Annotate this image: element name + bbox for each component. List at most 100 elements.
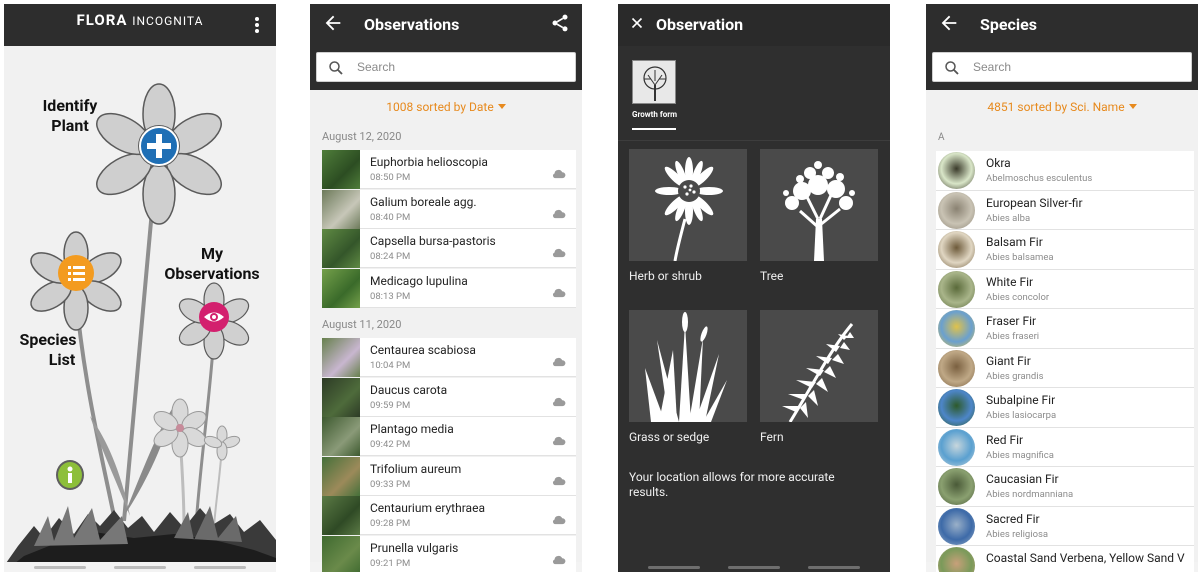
species-scientific-name: Abies nordmanniana [986,489,1074,500]
observation-thumbnail [322,229,360,268]
option-herb-or-shrub[interactable] [629,149,747,262]
species-label-line2: List [48,350,76,369]
observation-name: Euphorbia helioscopia [370,155,488,169]
info-button[interactable] [56,460,84,490]
cloud-synced-icon [552,397,566,406]
search-box[interactable] [932,52,1192,82]
observation-row[interactable]: Trifolium aureum 09:33 PM [322,456,576,496]
date-header: August 12, 2020 [322,130,402,143]
search-input[interactable] [357,53,557,81]
species-scientific-name: Abies fraseri [986,331,1040,342]
species-avatar [938,191,975,229]
search-input[interactable] [973,53,1173,81]
observation-time: 08:40 PM [370,211,411,223]
observation-row[interactable]: Plantago media 09:42 PM [322,417,576,456]
option-label: Tree [760,269,784,283]
sort-text: 4851 sorted by Sci. Name [987,100,1125,114]
search-box[interactable] [316,52,576,82]
sort-selector[interactable]: 1008 sorted by Date [310,100,582,114]
option-fern[interactable] [760,310,878,423]
search-icon [945,61,959,75]
observation-row[interactable]: Galium boreale agg. 08:40 PM [322,189,576,229]
observation-row[interactable]: Euphorbia helioscopia 08:50 PM [322,150,576,189]
tab-growth-form[interactable]: Growth form [632,60,678,130]
overflow-menu-icon[interactable] [254,16,260,34]
observation-time: 09:21 PM [370,557,411,569]
location-note: Your location allows for more accurate r… [629,470,835,499]
species-list-button[interactable] [58,255,94,291]
observation-name: Medicago lupulina [370,273,468,288]
species-label-line1: Species [19,330,77,349]
species-common-name: Sacred Fir [986,511,1040,526]
species-row[interactable]: Subalpine Fir Abies lasiocarpa [936,388,1194,428]
observation-thumbnail [322,377,360,417]
observation-time: 09:59 PM [370,399,411,411]
species-common-name: European Silver-fir [986,195,1083,210]
observation-row[interactable]: Capsella bursa-pastoris 08:24 PM [322,229,576,268]
share-icon[interactable] [550,13,570,33]
close-icon[interactable] [628,14,646,32]
sort-selector[interactable]: 4851 sorted by Sci. Name [926,100,1198,114]
observation-time: 09:28 PM [370,518,411,529]
observation-thumbnail [322,496,360,535]
info-icon [67,466,73,483]
observation-row[interactable]: Prunella vulgaris 09:21 PM [322,535,576,572]
species-row[interactable]: Caucasian Fir Abies nordmanniana [936,467,1194,507]
observation-thumbnail [322,150,360,189]
observations-appbar: Observations [310,4,582,46]
cloud-synced-icon [552,248,566,258]
species-row[interactable]: Sacred Fir Abies religiosa [936,506,1194,546]
species-common-name: Red Fir [986,432,1024,447]
option-grass-or-sedge[interactable] [629,310,747,422]
observation-row[interactable]: Medicago lupulina 08:13 PM [322,268,576,308]
option-tree[interactable] [760,149,878,261]
cloud-synced-icon [552,515,566,525]
cloud-synced-icon [552,209,566,218]
observation-row[interactable]: Centaurea scabiosa 10:04 PM [322,338,576,377]
identify-plant-button[interactable] [139,126,179,166]
tree-thumbnail-icon [632,60,676,104]
species-row[interactable]: Red Fir Abies magnifica [936,427,1194,467]
species-common-name: Okra [986,156,1011,170]
my-observations-label: My Observations [154,244,270,284]
species-row[interactable]: European Silver-fir Abies alba [936,190,1194,230]
section-header: A [938,132,945,143]
observation-time: 08:50 PM [370,172,411,183]
observations-screen: Observations 1008 sorted by Date August … [310,4,582,572]
observation-time: 08:13 PM [370,290,411,302]
back-arrow-icon[interactable] [938,12,960,34]
observation-time: 09:33 PM [370,478,411,490]
list-icon [68,266,85,281]
daisy-icon [655,157,723,262]
option-label: Herb or shrub [629,269,702,283]
observation-thumbnail [322,268,360,308]
observation-row[interactable]: Daucus carota 09:59 PM [322,377,576,417]
species-row[interactable]: Fraser Fir Abies fraseri [936,309,1194,349]
grass-icon [645,312,727,422]
observation-name: Centaurium erythraea [370,501,485,515]
species-avatar [938,389,975,426]
my-observations-button[interactable] [199,302,229,332]
observation-row[interactable]: Centaurium erythraea 09:28 PM [322,496,576,535]
cloud-synced-icon [552,288,566,297]
observation-screen: Observation Growth form Herb or shrub Tr… [618,4,890,572]
species-row[interactable]: Balsam Fir Abies balsamea [936,230,1194,270]
species-row[interactable]: Coastal Sand Verbena, Yellow Sand V [936,546,1194,572]
page-title: Species [980,15,1037,34]
date-header: August 11, 2020 [322,318,402,331]
species-common-name: Coastal Sand Verbena, Yellow Sand V [986,551,1185,565]
home-appbar: FLORA INCOGNITA [4,4,276,46]
observation-thumbnail [322,456,360,496]
species-avatar [938,152,975,189]
species-row[interactable]: Okra Abelmoschus esculentus [936,151,1194,191]
logo-main: FLORA [76,11,128,29]
back-arrow-icon[interactable] [322,12,344,34]
dropdown-caret-icon [497,104,506,109]
species-common-name: Caucasian Fir [986,472,1059,486]
species-row[interactable]: Giant Fir Abies grandis [936,348,1194,388]
species-row[interactable]: White Fir Abies concolor [936,269,1194,309]
cloud-synced-icon [552,555,566,564]
species-avatar [938,547,975,572]
observation-name: Galium boreale agg. [370,194,477,209]
search-icon [329,61,343,75]
